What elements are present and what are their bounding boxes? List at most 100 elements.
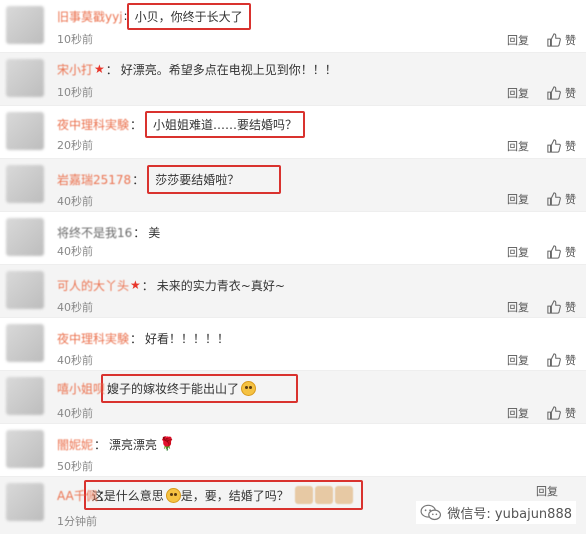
like-button[interactable]: 赞 — [547, 85, 576, 101]
highlight-box: 嫂子的嫁妆终于能出山了 — [101, 373, 299, 403]
flushed-emoji-icon — [165, 487, 181, 503]
like-label: 赞 — [565, 246, 576, 259]
sticker-icon — [314, 486, 333, 504]
comment-username[interactable]: 宋小打 — [57, 61, 93, 78]
like-label: 赞 — [565, 34, 576, 47]
wechat-watermark: 微信号: yubajun888 — [416, 501, 576, 524]
comment-username[interactable]: 夜中理科実験 — [57, 330, 129, 347]
comment-text: 是，要，结婚了吗？ — [180, 488, 289, 503]
thumbs-up-icon — [547, 192, 561, 206]
watermark-text: 微信号: yubajun888 — [447, 507, 572, 522]
reply-button[interactable]: 回复 — [507, 299, 529, 315]
comment-text: 这是什么意思 — [91, 488, 164, 503]
wechat-icon — [420, 504, 442, 520]
like-label: 赞 — [565, 193, 576, 206]
comment-time: 20秒前 — [57, 139, 93, 152]
comment-text: 小姐姐难道……要结婚吗？ — [153, 117, 298, 132]
avatar[interactable] — [6, 324, 44, 362]
avatar[interactable] — [6, 6, 44, 44]
avatar[interactable] — [6, 165, 44, 203]
like-button[interactable]: 赞 — [547, 405, 576, 421]
comment-username[interactable]: 将终不是我16 — [57, 224, 132, 241]
comment-username[interactable]: AA千佩 — [57, 487, 98, 504]
comment-time: 40秒前 — [57, 301, 93, 314]
avatar[interactable] — [6, 483, 44, 521]
reply-button[interactable]: 回复 — [507, 352, 529, 368]
avatar[interactable] — [6, 271, 44, 309]
comment-time: 40秒前 — [57, 354, 93, 367]
reply-button[interactable]: 回复 — [507, 244, 529, 260]
comment-time: 40秒前 — [57, 245, 93, 258]
like-button[interactable]: 赞 — [547, 32, 576, 48]
sticker-icon — [294, 486, 313, 504]
star-badge-icon: ★ — [130, 278, 141, 292]
highlight-box: 小姐姐难道……要结婚吗？ — [145, 110, 306, 138]
highlight-box: 这是什么意思 是，要，结婚了吗？ — [83, 480, 363, 510]
reply-button[interactable]: 回复 — [507, 191, 529, 207]
avatar[interactable] — [6, 377, 44, 415]
comment-item: 宋小打 ★ ： 好漂亮。希望多点在电视上见到你！！！ 10秒前 回复 赞 — [0, 53, 586, 106]
laughing-emoji-icon — [241, 380, 257, 396]
star-badge-icon: ★ — [94, 62, 105, 76]
like-label: 赞 — [565, 140, 576, 153]
comment-item: 将终不是我16 ： 美 40秒前 回复 赞 — [0, 212, 586, 265]
avatar[interactable] — [6, 112, 44, 150]
like-button[interactable]: 赞 — [547, 352, 576, 368]
like-label: 赞 — [565, 301, 576, 314]
like-button[interactable]: 赞 — [547, 138, 576, 154]
sticker-icon — [334, 486, 353, 504]
like-label: 赞 — [565, 354, 576, 367]
comment-time: 10秒前 — [57, 33, 93, 46]
thumbs-up-icon — [547, 33, 561, 47]
comment-username[interactable]: 夜中理科実験 — [57, 116, 129, 133]
thumbs-up-icon — [547, 353, 561, 367]
like-button[interactable]: 赞 — [547, 299, 576, 315]
reply-button[interactable]: 回复 — [507, 405, 529, 421]
comment-text: 漂亮漂亮 — [109, 437, 158, 452]
reply-button[interactable]: 回复 — [507, 32, 529, 48]
comment-text: 小贝，你终于长大了 — [134, 9, 243, 24]
comment-item: 旧事莫戳yyj : 小贝，你终于长大了 10秒前 回复 赞 — [0, 0, 586, 53]
comment-text: 嫂子的嫁妆终于能出山了 — [107, 381, 240, 396]
comment-item: 可人的大丫头 ★ ： 未来的实力青衣~真好~ 40秒前 回复 赞 — [0, 265, 586, 318]
highlight-box: 小贝，你终于长大了 — [126, 2, 251, 30]
comment-username[interactable]: 旧事莫戳yyj — [57, 8, 123, 25]
like-label: 赞 — [565, 87, 576, 100]
thumbs-up-icon — [547, 86, 561, 100]
thumbs-up-icon — [547, 406, 561, 420]
thumbs-up-icon — [547, 245, 561, 259]
comment-text: 好看！！！！！ — [145, 331, 230, 346]
highlight-box: 莎莎要结婚啦？ — [147, 164, 282, 194]
comment-time: 10秒前 — [57, 86, 93, 99]
reply-button[interactable]: 回复 — [507, 85, 529, 101]
comment-time: 40秒前 — [57, 195, 93, 208]
thumbs-up-icon — [547, 300, 561, 314]
comment-time: 1分钟前 — [57, 515, 97, 528]
like-button[interactable]: 赞 — [547, 244, 576, 260]
comment-feed: 旧事莫戳yyj : 小贝，你终于长大了 10秒前 回复 赞 宋小打 ★ ： 好漂… — [0, 0, 586, 534]
comment-time: 40秒前 — [57, 407, 93, 420]
reply-button[interactable]: 回复 — [507, 138, 529, 154]
avatar[interactable] — [6, 59, 44, 97]
like-button[interactable]: 赞 — [547, 191, 576, 207]
comment-username[interactable]: 可人的大丫头 — [57, 277, 129, 294]
comment-text: 莎莎要结婚啦？ — [155, 172, 240, 187]
comment-text: 美 — [148, 225, 161, 240]
comment-username[interactable]: 闇妮妮 — [57, 436, 93, 453]
comment-item: 岩嘉瑞25178 ： 莎莎要结婚啦？ 40秒前 回复 赞 — [0, 159, 586, 212]
comment-item: 闇妮妮 ： 漂亮漂亮 🌹 50秒前 — [0, 424, 586, 477]
comment-username[interactable]: 嘻小姐呗 — [57, 380, 105, 397]
rose-icon: 🌹 — [159, 436, 176, 452]
comment-text: 未来的实力青衣~真好~ — [156, 278, 285, 293]
comment-time: 50秒前 — [57, 460, 93, 473]
thumbs-up-icon — [547, 139, 561, 153]
avatar[interactable] — [6, 218, 44, 256]
comment-item: 夜中理科実験 ： 小姐姐难道……要结婚吗？ 20秒前 回复 赞 — [0, 106, 586, 159]
comment-text: 好漂亮。希望多点在电视上见到你！！！ — [120, 62, 337, 77]
comment-item: 嘻小姐呗 ： 嫂子的嫁妆终于能出山了 40秒前 回复 赞 — [0, 371, 586, 424]
comment-username[interactable]: 岩嘉瑞25178 — [57, 171, 131, 188]
sticker-emojis — [294, 486, 355, 504]
avatar[interactable] — [6, 430, 44, 468]
reply-button[interactable]: 回复 — [536, 483, 558, 499]
like-label: 赞 — [565, 407, 576, 420]
